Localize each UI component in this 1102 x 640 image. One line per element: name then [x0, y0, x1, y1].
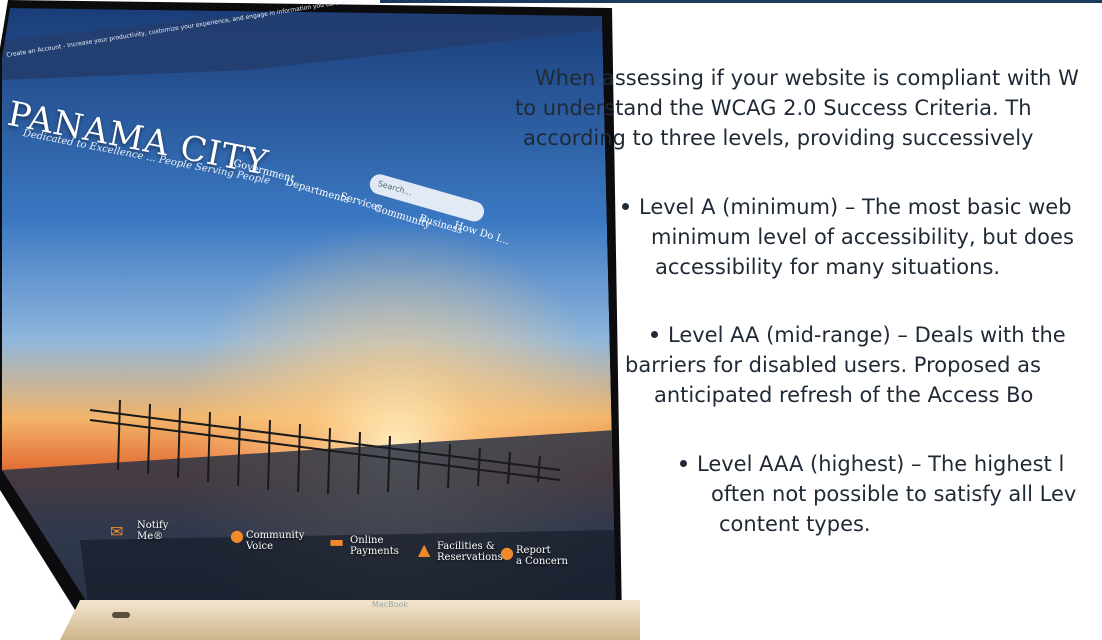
intro-line-2: to understand the WCAG 2.0 Success Crite… — [515, 96, 1032, 120]
article-text: When assessing if your website is compli… — [0, 0, 1102, 640]
bullet-level-a-line-2: minimum level of accessibility, but does — [651, 225, 1074, 249]
bullet-level-aaa-line-3: content types. — [719, 512, 871, 536]
bullet-level-aaa-line-2: often not possible to satisfy all Lev — [711, 482, 1077, 506]
bullet-level-aa-line-2: barriers for disabled users. Proposed as — [625, 353, 1041, 377]
bullet-level-aa: Level AA (mid-range) – Deals with the — [651, 320, 1066, 350]
bullet-dot — [680, 459, 687, 467]
bullet-level-a-line-3: accessibility for many situations. — [655, 255, 1001, 279]
bullet-dot — [651, 330, 658, 338]
intro-line-1: When assessing if your website is compli… — [535, 66, 1079, 90]
intro-line-3: according to three levels, providing suc… — [523, 126, 1034, 150]
bullet-level-a: Level A (minimum) – The most basic web — [622, 192, 1072, 222]
bullet-dot — [622, 202, 629, 210]
bullet-level-aaa: Level AAA (highest) – The highest l — [680, 449, 1064, 479]
bullet-level-aa-line-3: anticipated refresh of the Access Bo — [654, 383, 1034, 407]
